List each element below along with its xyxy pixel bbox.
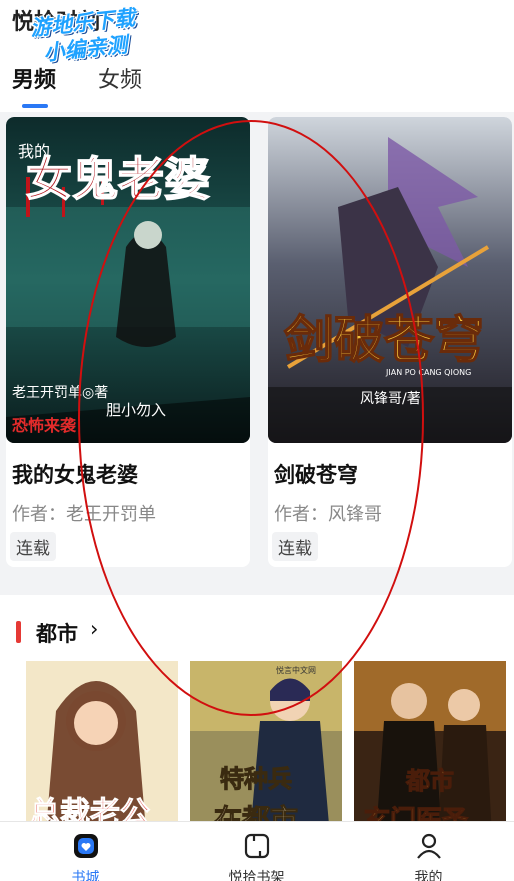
thumb2-publisher: 悦言中文网 xyxy=(276,665,316,675)
header: 悦拾时刻 游地乐下载 小编亲测 男频 女频 xyxy=(0,0,514,112)
nav-label-bookshelf: 悦拾书架 xyxy=(228,870,285,881)
nav-label-profile: 我的 xyxy=(414,870,443,881)
section-accent-bar xyxy=(16,621,21,643)
section-book-1[interactable]: 总裁老公 xyxy=(26,661,178,836)
chevron-right-icon[interactable]: › xyxy=(90,617,98,641)
cover1-text-author: 老王开罚单◎著 xyxy=(12,385,108,401)
section-book-2[interactable]: 悦言中文网 特种兵 在都市 xyxy=(190,661,342,836)
bookstore-icon xyxy=(73,834,98,858)
nav-item-profile[interactable]: 我的 xyxy=(343,822,514,881)
tab-female[interactable]: 女频 xyxy=(98,62,142,94)
tab-indicator xyxy=(22,104,48,108)
book-status-1: 连载 xyxy=(10,532,56,561)
nav-item-bookshelf[interactable]: 悦拾书架 xyxy=(171,822,342,881)
cover2-text-pinyin: JIAN PO CANG QIONG xyxy=(385,368,471,377)
section-title[interactable]: 都市 xyxy=(36,618,78,648)
thumb2-cover-text: 特种兵 xyxy=(220,765,292,793)
profile-icon xyxy=(416,833,441,859)
book-status-2: 连载 xyxy=(272,532,318,561)
cover1-text-tag1: 恐怖来袭 xyxy=(12,416,77,435)
cover2-text-main: 剑破苍穹 xyxy=(284,311,484,369)
book-author-1: 作者：老王开罚单 xyxy=(12,504,156,525)
channel-tabs: 男频 女频 xyxy=(12,62,142,94)
thumb3-cover-text: 都市 xyxy=(405,767,454,795)
book-card-2[interactable]: 剑破苍穹 JIAN PO CANG QIONG 风锋哥/著 剑破苍穹 作者：风锋… xyxy=(268,117,512,567)
cover1-text-main: 女鬼老婆 xyxy=(26,152,210,206)
bottom-nav: 书城 悦拾书架 我的 xyxy=(0,821,514,881)
nav-item-bookstore[interactable]: 书城 xyxy=(0,822,171,881)
book-card-1[interactable]: 我的 女鬼老婆 老王开罚单◎著 恐怖来袭 胆小勿入 我的女鬼老婆 作者：老王开罚… xyxy=(6,117,250,567)
book-title-2[interactable]: 剑破苍穹 xyxy=(274,459,358,489)
bookshelf-icon xyxy=(244,833,269,859)
cover2-text-author: 风锋哥/著 xyxy=(360,391,421,407)
book-cover-1[interactable]: 我的 女鬼老婆 老王开罚单◎著 恐怖来袭 胆小勿入 xyxy=(6,117,250,443)
tab-male[interactable]: 男频 xyxy=(12,62,56,94)
section-book-3[interactable]: 都市 玄门医圣 xyxy=(354,661,506,836)
section-urban: 都市 › 总裁老公 悦言中文网 特种兵 在都市 都市 xyxy=(0,595,514,836)
cover1-text-tag2: 胆小勿入 xyxy=(106,401,166,419)
book-author-2: 作者：风锋哥 xyxy=(274,504,382,525)
nav-label-bookstore: 书城 xyxy=(71,870,100,881)
book-title-1[interactable]: 我的女鬼老婆 xyxy=(12,459,138,489)
book-cover-2[interactable]: 剑破苍穹 JIAN PO CANG QIONG 风锋哥/著 xyxy=(268,117,512,443)
